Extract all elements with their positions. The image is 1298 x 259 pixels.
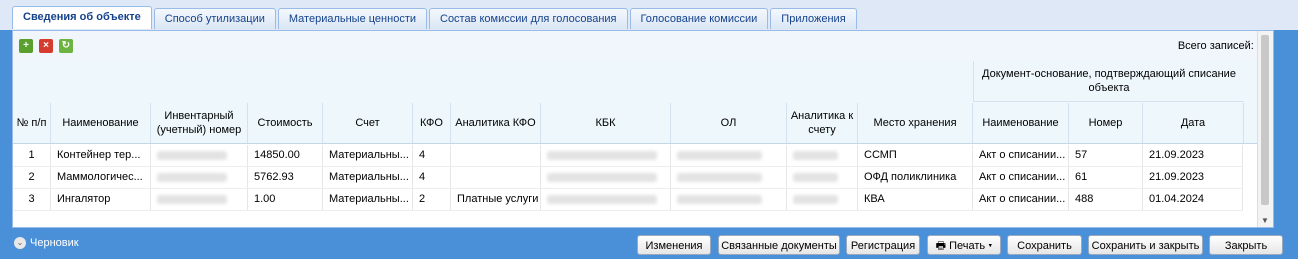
vertical-scrollbar[interactable]: ▼ <box>1257 31 1273 227</box>
cell-kfo-analytics: Платные услуги <box>451 189 541 210</box>
grid-group-header-row: Документ-основание, подтверждающий списа… <box>13 61 1273 103</box>
cell-kbk-redacted <box>541 145 671 166</box>
group-header-basis-document: Документ-основание, подтверждающий списа… <box>973 61 1244 102</box>
cell-name: Ингалятор <box>51 189 151 210</box>
cell-storage-place: ОФД поликлиника <box>858 167 973 188</box>
col-account-analytics[interactable]: Аналитика к счету <box>787 103 858 143</box>
tab-bar: Сведения об объекте Способ утилизации Ма… <box>0 0 1298 30</box>
col-kbk[interactable]: КБК <box>541 103 671 143</box>
registration-button[interactable]: Регистрация <box>846 235 920 255</box>
changes-button[interactable]: Изменения <box>637 235 711 255</box>
cell-doc-name: Акт о списании... <box>973 145 1069 166</box>
col-doc-name[interactable]: Наименование <box>973 103 1069 143</box>
col-account[interactable]: Счет <box>323 103 413 143</box>
cell-number: 3 <box>13 189 51 210</box>
col-doc-date[interactable]: Дата <box>1143 103 1244 143</box>
cell-cost: 5762.93 <box>248 167 323 188</box>
cell-kbk-redacted <box>541 167 671 188</box>
grid-header-row: № п/п Наименование Инвентарный (учетный)… <box>13 103 1273 144</box>
cell-ol-redacted <box>671 167 787 188</box>
cell-inventory-redacted <box>151 189 248 210</box>
cell-doc-name: Акт о списании... <box>973 167 1069 188</box>
cell-account: Материальны... <box>323 189 413 210</box>
grid-toolbar: + × ↻ Всего записей: 3 <box>13 31 1273 61</box>
cell-account-analytics-redacted <box>787 189 858 210</box>
delete-icon[interactable]: × <box>39 39 53 53</box>
cell-storage-place: КВА <box>858 189 973 210</box>
cell-name: Маммологичес... <box>51 167 151 188</box>
cell-kfo-analytics <box>451 145 541 166</box>
cell-number: 1 <box>13 145 51 166</box>
add-icon[interactable]: + <box>19 39 33 53</box>
cell-doc-name: Акт о списании... <box>973 189 1069 210</box>
print-label: Печать <box>949 240 986 252</box>
cell-kfo: 4 <box>413 145 451 166</box>
cell-kfo: 2 <box>413 189 451 210</box>
table-row[interactable]: 3 Ингалятор 1.00 Материальны... 2 Платны… <box>13 189 1243 211</box>
col-kfo-analytics[interactable]: Аналитика КФО <box>451 103 541 143</box>
chevron-circle-icon: ⌄ <box>14 237 26 249</box>
tab-disposal-method[interactable]: Способ утилизации <box>153 8 276 29</box>
col-cost[interactable]: Стоимость <box>248 103 323 143</box>
object-panel: + × ↻ Всего записей: 3 Документ-основани… <box>12 30 1274 228</box>
col-ol[interactable]: ОЛ <box>671 103 787 143</box>
save-button[interactable]: Сохранить <box>1007 235 1082 255</box>
save-and-close-button[interactable]: Сохранить и закрыть <box>1088 235 1203 255</box>
printer-icon: 🖶 <box>935 240 947 252</box>
cell-ol-redacted <box>671 189 787 210</box>
status-label: Черновик <box>30 237 79 249</box>
table-row[interactable]: 1 Контейнер тер... 14850.00 Материальны.… <box>13 145 1243 167</box>
cell-doc-number: 61 <box>1069 167 1143 188</box>
cell-doc-date: 01.04.2024 <box>1143 189 1243 210</box>
cell-doc-number: 488 <box>1069 189 1143 210</box>
cell-name: Контейнер тер... <box>51 145 151 166</box>
tab-attachments[interactable]: Приложения <box>770 8 857 29</box>
dropdown-arrow-icon: ▾ <box>988 240 993 252</box>
table-row[interactable]: 2 Маммологичес... 5762.93 Материальны...… <box>13 167 1243 189</box>
col-doc-number[interactable]: Номер <box>1069 103 1143 143</box>
cell-inventory-redacted <box>151 167 248 188</box>
tab-object-info[interactable]: Сведения об объекте <box>12 6 152 29</box>
scroll-down-arrow-icon[interactable]: ▼ <box>1261 216 1269 225</box>
cell-account: Материальны... <box>323 167 413 188</box>
cell-kfo-analytics <box>451 167 541 188</box>
records-total: Всего записей: 3 <box>1178 40 1263 52</box>
col-name[interactable]: Наименование <box>51 103 151 143</box>
cell-doc-date: 21.09.2023 <box>1143 167 1243 188</box>
total-label: Всего записей: <box>1177 40 1254 52</box>
cell-doc-number: 57 <box>1069 145 1143 166</box>
col-kfo[interactable]: КФО <box>413 103 451 143</box>
refresh-icon[interactable]: ↻ <box>59 39 73 53</box>
cell-account-analytics-redacted <box>787 145 858 166</box>
col-inventory-number[interactable]: Инвентарный (учетный) номер <box>151 103 248 143</box>
footer-bar: ⌄ Черновик Изменения Связанные документы… <box>0 232 1298 259</box>
tab-material-values[interactable]: Материальные ценности <box>277 8 427 29</box>
print-button[interactable]: 🖶 Печать ▾ <box>927 235 1001 255</box>
document-status: ⌄ Черновик <box>14 237 79 249</box>
cell-cost: 1.00 <box>248 189 323 210</box>
related-documents-button[interactable]: Связанные документы <box>718 235 840 255</box>
cell-account-analytics-redacted <box>787 167 858 188</box>
tab-voting-commission[interactable]: Состав комиссии для голосования <box>429 8 628 29</box>
cell-doc-date: 21.09.2023 <box>1143 145 1243 166</box>
scrollbar-thumb[interactable] <box>1261 35 1269 205</box>
cell-ol-redacted <box>671 145 787 166</box>
cell-cost: 14850.00 <box>248 145 323 166</box>
cell-kbk-redacted <box>541 189 671 210</box>
cell-account: Материальны... <box>323 145 413 166</box>
cell-number: 2 <box>13 167 51 188</box>
col-number[interactable]: № п/п <box>13 103 51 143</box>
cell-storage-place: ССМП <box>858 145 973 166</box>
close-button[interactable]: Закрыть <box>1209 235 1283 255</box>
cell-kfo: 4 <box>413 167 451 188</box>
tab-commission-vote[interactable]: Голосование комиссии <box>629 8 769 29</box>
col-storage-place[interactable]: Место хранения <box>858 103 973 143</box>
cell-inventory-redacted <box>151 145 248 166</box>
